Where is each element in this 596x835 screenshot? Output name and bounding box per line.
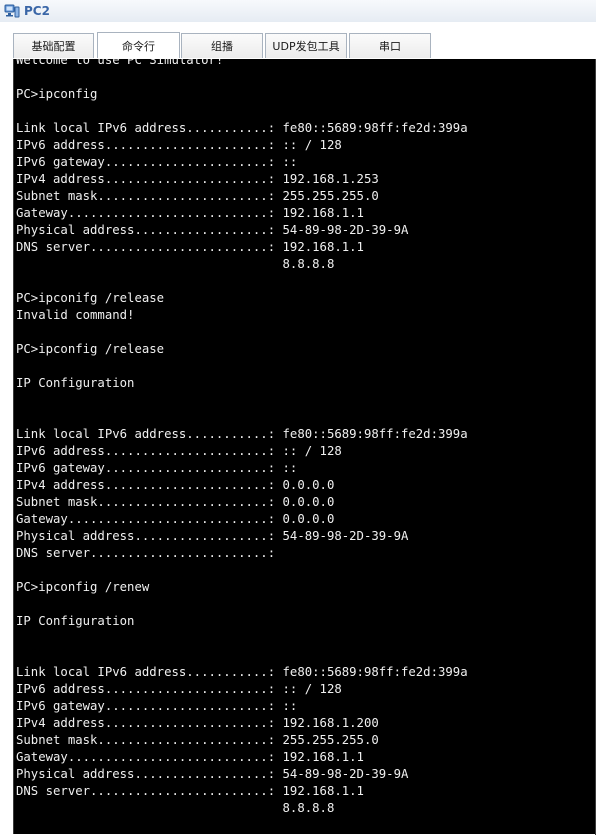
terminal-line: Physical address..................: 54-8… — [16, 767, 409, 781]
terminal-line: IPv6 gateway......................: :: — [16, 699, 298, 713]
terminal-line: Invalid command! — [16, 308, 135, 322]
terminal-output: Welcome to use PC Simulator! PC>ipconfig L… — [16, 59, 468, 817]
terminal-line: IPv4 address......................: 0.0.… — [16, 478, 335, 492]
terminal-line: IPv6 address......................: :: /… — [16, 138, 342, 152]
tab-label: 组播 — [211, 40, 233, 53]
terminal-line: PC>ipconfig /renew — [16, 580, 150, 594]
terminal-line: Gateway...........................: 0.0.… — [16, 512, 335, 526]
terminal-line: 8.8.8.8 — [16, 801, 335, 815]
pc-device-icon — [4, 3, 20, 19]
title-bar[interactable]: PC2 — [0, 0, 596, 22]
tab-multicast[interactable]: 组播 — [181, 33, 263, 58]
terminal-line: 8.8.8.8 — [16, 257, 335, 271]
window-title: PC2 — [24, 4, 50, 18]
terminal-line: IP Configuration — [16, 614, 135, 628]
terminal-line: Subnet mask.......................: 0.0.… — [16, 495, 335, 509]
terminal-line: IPv6 address......................: :: /… — [16, 444, 342, 458]
tab-label: 串口 — [379, 40, 401, 53]
tab-serial-port[interactable]: 串口 — [349, 33, 431, 58]
terminal-line: IPv6 gateway......................: :: — [16, 155, 298, 169]
terminal-line: Subnet mask.......................: 255.… — [16, 189, 379, 203]
terminal-line: Link local IPv6 address...........: fe80… — [16, 121, 468, 135]
terminal-line: PC>ipconifg /release — [16, 291, 165, 305]
pc-window: PC2 基础配置 命令行 组播 UDP发包工具 串口 Welcome to us… — [0, 0, 596, 835]
tab-basic-config[interactable]: 基础配置 — [13, 33, 94, 58]
terminal-line: IPv6 gateway......................: :: — [16, 461, 298, 475]
tab-label: UDP发包工具 — [272, 40, 340, 53]
terminal-line: Gateway...........................: 192.… — [16, 206, 364, 220]
terminal-line: Link local IPv6 address...........: fe80… — [16, 665, 468, 679]
terminal-line: IP Configuration — [16, 376, 135, 390]
terminal-line: Welcome to use PC Simulator! — [16, 59, 224, 67]
tab-label: 基础配置 — [31, 40, 76, 53]
terminal-line: Gateway...........................: 192.… — [16, 750, 364, 764]
terminal-line: Subnet mask.......................: 255.… — [16, 733, 379, 747]
terminal-line: PC>ipconfig /release — [16, 342, 165, 356]
tab-udp-tool[interactable]: UDP发包工具 — [265, 33, 347, 58]
tab-command-line[interactable]: 命令行 — [97, 32, 180, 58]
terminal-line: Physical address..................: 54-8… — [16, 223, 409, 237]
terminal-line: Physical address..................: 54-8… — [16, 529, 409, 543]
terminal-line: Link local IPv6 address...........: fe80… — [16, 427, 468, 441]
terminal-line: IPv4 address......................: 192.… — [16, 716, 379, 730]
terminal-line: IPv6 address......................: :: /… — [16, 682, 342, 696]
terminal-line: DNS server........................: 192.… — [16, 784, 364, 798]
terminal-line: DNS server........................: — [16, 546, 276, 560]
tab-bar: 基础配置 命令行 组播 UDP发包工具 串口 — [0, 22, 596, 59]
terminal-line: DNS server........................: 192.… — [16, 240, 364, 254]
command-terminal[interactable]: Welcome to use PC Simulator! PC>ipconfig L… — [13, 59, 595, 834]
tab-label: 命令行 — [122, 39, 155, 53]
terminal-line: IPv4 address......................: 192.… — [16, 172, 379, 186]
terminal-line: PC>ipconfig — [16, 87, 98, 101]
